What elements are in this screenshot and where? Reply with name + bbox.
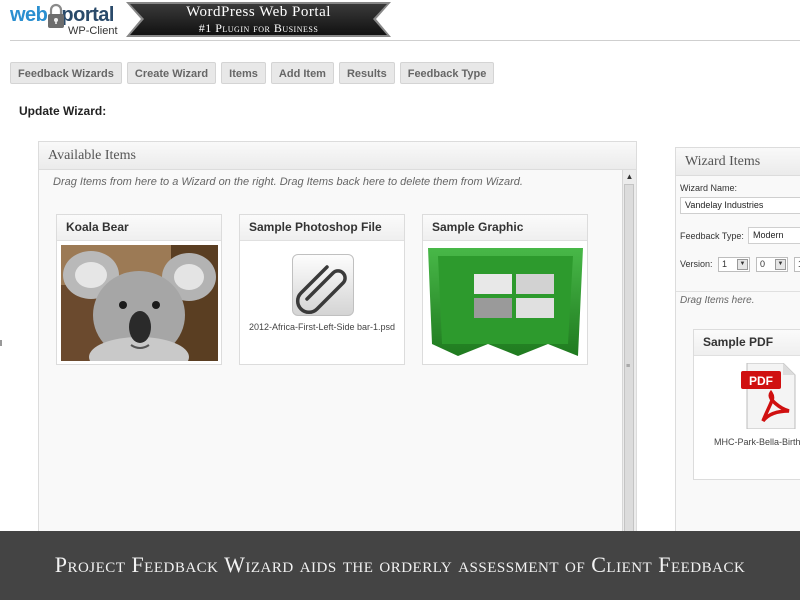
tab-results[interactable]: Results: [338, 62, 395, 84]
koala-image: [61, 245, 218, 361]
tab-feedback-type[interactable]: Feedback Type: [399, 62, 495, 84]
chevron-down-icon[interactable]: ▼: [737, 259, 748, 270]
version-major-value: 1: [722, 259, 728, 269]
webportal-logo[interactable]: web portal WP-Client: [10, 3, 120, 40]
wizard-item-card-sample-pdf[interactable]: Sample PDF PDF MHC-Park-Bella-Birthd: [693, 329, 800, 480]
item-file-name: MHC-Park-Bella-Birthd: [714, 437, 800, 447]
banner-tagline: #1 Plugin for Business: [198, 21, 319, 35]
item-card-title: Sample Photoshop File: [240, 215, 404, 241]
wizard-divider: [676, 291, 800, 292]
item-card-title: Koala Bear: [57, 215, 221, 241]
grip-icon: ≡: [626, 363, 631, 370]
logo-word-web: web: [10, 4, 48, 26]
wizard-drop-hint: Drag Items here.: [680, 295, 755, 306]
page-title: Update Wizard:: [19, 104, 107, 118]
header-divider: [10, 40, 800, 41]
version-label: Version:: [680, 259, 713, 269]
tab-add-item[interactable]: Add Item: [270, 62, 334, 84]
version-major-select[interactable]: 1 ▼: [718, 257, 750, 272]
wizard-items-panel: Wizard Items Wizard Name: Vandelay Indus…: [675, 147, 800, 547]
tab-create-wizard[interactable]: Create Wizard: [126, 62, 217, 84]
item-card-title: Sample Graphic: [423, 215, 587, 241]
feedback-type-label: Feedback Type:: [680, 231, 744, 241]
scroll-thumb[interactable]: ≡: [624, 184, 634, 540]
tab-feedback-wizards[interactable]: Feedback Wizards: [10, 62, 122, 84]
item-card-sample-photoshop-file[interactable]: Sample Photoshop File 2012-Africa-First-…: [239, 214, 405, 365]
tab-items[interactable]: Items: [221, 62, 266, 84]
header-banner: WordPress Web Portal #1 Plugin for Busin…: [126, 2, 391, 37]
lock-icon: [48, 3, 64, 28]
version-patch-select[interactable]: 1: [794, 257, 800, 272]
scroll-up-arrow-icon[interactable]: ▲: [623, 170, 636, 183]
pdf-icon-label: PDF: [749, 374, 773, 388]
available-items-hint: Drag Items from here to a Wizard on the …: [53, 176, 523, 188]
wizard-name-input[interactable]: Vandelay Industries: [680, 197, 800, 214]
wizard-items-title: Wizard Items: [676, 148, 800, 176]
edge-marker: [0, 340, 2, 346]
available-items-scrollbar[interactable]: ▲ ≡: [622, 170, 636, 540]
available-items-title: Available Items: [39, 142, 636, 170]
version-minor-select[interactable]: 0 ▼: [756, 257, 788, 272]
version-minor-value: 0: [760, 259, 766, 269]
item-card-sample-graphic[interactable]: Sample Graphic: [422, 214, 588, 365]
chevron-down-icon[interactable]: ▼: [775, 259, 786, 270]
wizard-name-label: Wizard Name:: [680, 183, 738, 193]
paperclip-icon: [292, 254, 354, 316]
sample-graphic-image: [428, 248, 583, 356]
item-file-name: 2012-Africa-First-Left-Side bar-1.psd: [248, 322, 396, 332]
item-card-koala-bear[interactable]: Koala Bear: [56, 214, 222, 365]
pdf-file-icon: PDF: [741, 363, 796, 429]
logo-subtitle: WP-Client: [68, 25, 118, 37]
caption-bar: Project Feedback Wizard aids the orderly…: [0, 531, 800, 600]
banner-title: WordPress Web Portal: [186, 4, 331, 20]
feedback-type-select[interactable]: Modern: [748, 227, 800, 244]
item-card-title: Sample PDF: [694, 330, 800, 356]
logo-word-portal: portal: [61, 4, 114, 26]
caption-text: Project Feedback Wizard aids the orderly…: [54, 552, 746, 577]
nav-tabs: Feedback Wizards Create Wizard Items Add…: [10, 62, 495, 84]
